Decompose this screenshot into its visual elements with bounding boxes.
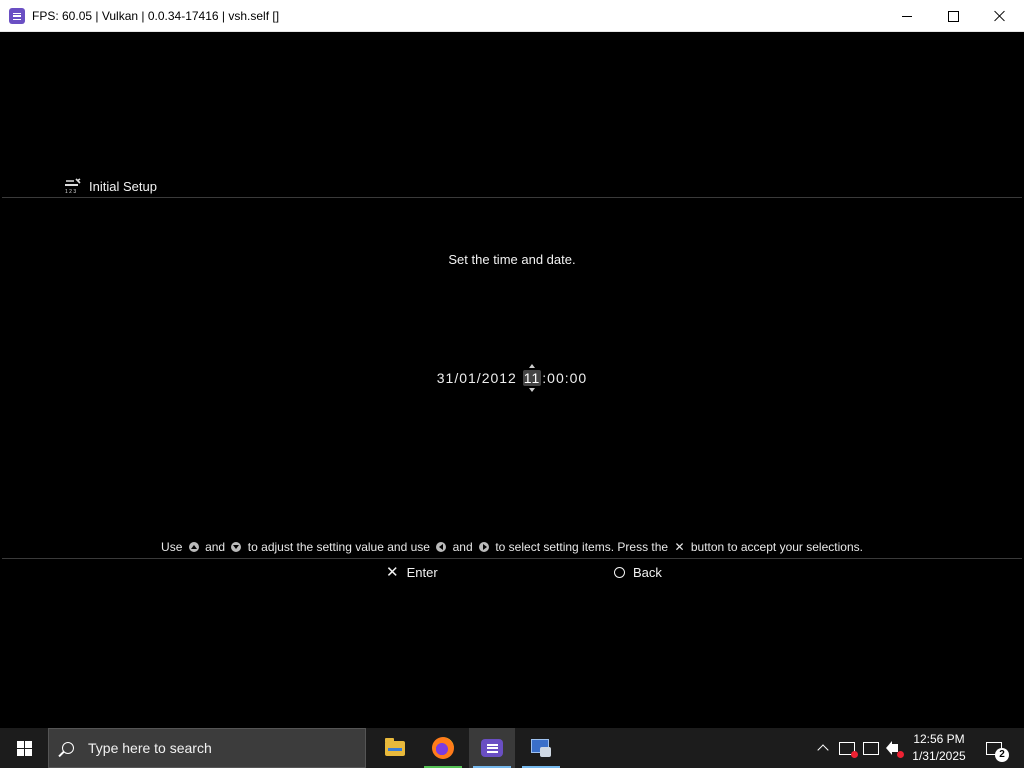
hour-field-selected[interactable]: 11 <box>522 364 542 392</box>
minimize-button[interactable] <box>884 0 930 32</box>
setup-prompt: Set the time and date. <box>448 252 576 267</box>
show-hidden-icons-button[interactable] <box>814 728 832 768</box>
emulator-window: FPS: 60.05 | Vulkan | 0.0.34-17416 | vsh… <box>0 0 1024 728</box>
cross-icon: ✕ <box>386 564 399 581</box>
footer-divider <box>2 558 1022 559</box>
instr-text-2: and <box>205 540 226 554</box>
svg-text:1 2 3: 1 2 3 <box>65 189 76 194</box>
close-icon <box>993 10 1005 22</box>
instr-text-3: to adjust the setting value and use <box>247 540 430 554</box>
header-divider <box>2 197 1022 198</box>
chevron-up-icon <box>817 744 829 756</box>
taskbar-app-rpcs3[interactable] <box>469 728 515 768</box>
close-button[interactable] <box>976 0 1022 32</box>
instr-text-6: button to accept your selections. <box>690 540 863 554</box>
datetime-editor[interactable]: 31/01/2012 11:00:00 <box>2 364 1022 392</box>
start-button[interactable] <box>0 728 48 768</box>
game-viewport[interactable]: 1 2 3 Initial Setup Set the time and dat… <box>2 32 1022 726</box>
taskbar-app-network[interactable] <box>518 728 564 768</box>
network-app-icon <box>530 738 552 758</box>
instr-text-4: and <box>452 540 473 554</box>
back-label: Back <box>633 565 662 580</box>
tray-security-icon-button[interactable] <box>836 728 858 768</box>
back-button[interactable]: Back <box>614 565 662 580</box>
firefox-icon <box>432 737 454 759</box>
search-icon <box>62 742 74 754</box>
clock-time: 12:56 PM <box>913 732 965 746</box>
taskbar-clock[interactable]: 12:56 PM 1/31/2025 <box>908 728 970 768</box>
dpad-left-icon <box>436 542 447 552</box>
action-center-button[interactable]: 2 <box>976 728 1012 768</box>
cross-button-icon: ✕ <box>674 540 685 554</box>
taskbar-app-firefox[interactable] <box>420 728 466 768</box>
minutes-seconds-field[interactable]: :00:00 <box>542 370 587 386</box>
rpcs3-icon <box>481 739 503 757</box>
speaker-muted-icon <box>886 741 898 755</box>
minimize-icon <box>902 15 912 17</box>
clock-date: 1/31/2025 <box>912 749 966 763</box>
enter-button[interactable]: ✕ Enter <box>386 565 438 580</box>
maximize-button[interactable] <box>930 0 976 32</box>
dpad-down-icon <box>231 542 242 552</box>
taskbar-app-file-explorer[interactable] <box>372 728 418 768</box>
rpcs3-icon <box>9 8 25 24</box>
instr-text-1: Use <box>161 540 183 554</box>
taskbar: Type here to search 12:56 PM 1/31/2025 2 <box>0 728 1024 768</box>
mute-badge <box>897 751 904 758</box>
notification-count-badge: 2 <box>995 748 1009 762</box>
date-field[interactable]: 31/01/2012 <box>437 370 517 386</box>
title-bar[interactable]: FPS: 60.05 | Vulkan | 0.0.34-17416 | vsh… <box>0 0 1024 32</box>
dpad-right-icon <box>479 542 489 552</box>
network-icon <box>863 741 879 755</box>
file-explorer-icon <box>385 737 405 756</box>
instructions-text: Use and to adjust the setting value and … <box>2 540 1022 554</box>
page-title: Initial Setup <box>89 179 157 194</box>
tray-volume-button[interactable] <box>884 728 906 768</box>
security-alert-icon <box>839 741 858 758</box>
windows-logo-icon <box>16 740 32 756</box>
taskbar-search[interactable]: Type here to search <box>48 728 366 768</box>
maximize-icon <box>947 10 959 22</box>
settings-tools-icon: 1 2 3 <box>65 178 81 194</box>
search-placeholder: Type here to search <box>88 740 212 756</box>
circle-icon <box>614 567 625 578</box>
dpad-up-icon <box>188 542 199 552</box>
instr-text-5: to select setting items. Press the <box>495 540 669 554</box>
window-title: FPS: 60.05 | Vulkan | 0.0.34-17416 | vsh… <box>32 9 280 23</box>
tray-network-button[interactable] <box>860 728 882 768</box>
enter-label: Enter <box>406 565 438 580</box>
